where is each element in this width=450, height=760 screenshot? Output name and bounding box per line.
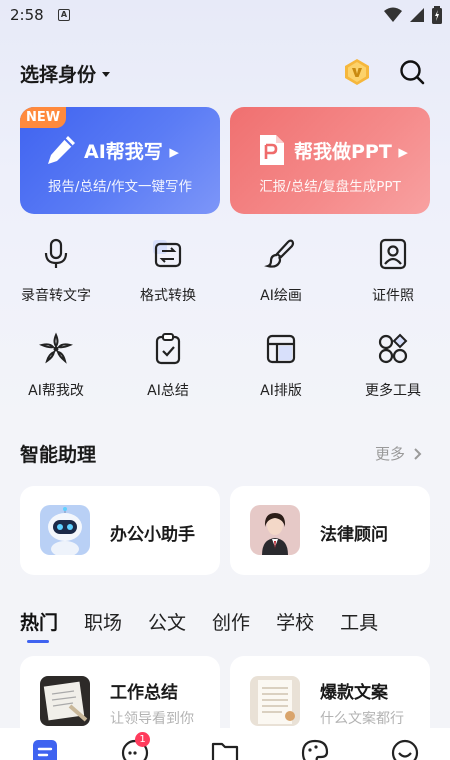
template-title: 工作总结 <box>110 683 178 703</box>
tool-voice-to-text[interactable]: 录音转文字 <box>0 237 112 305</box>
assistant-name: 办公小助手 <box>110 525 195 545</box>
tool-label: 录音转文字 <box>21 288 91 304</box>
bottom-nav: 1 <box>0 728 450 760</box>
tool-id-photo[interactable]: 证件照 <box>337 237 449 305</box>
notification-icon: A <box>58 9 70 21</box>
paint-brush-icon <box>264 239 295 268</box>
tab-creation[interactable]: 创作 <box>212 608 250 643</box>
tool-label: AI绘画 <box>260 288 302 304</box>
tool-more-tools[interactable]: 更多工具 <box>337 332 449 400</box>
tool-label: 更多工具 <box>365 383 421 399</box>
category-tabs: 热门 职场 公文 创作 学校 工具 <box>20 608 404 643</box>
nav-home-icon[interactable] <box>30 738 60 760</box>
more-link[interactable]: 更多 <box>375 443 422 464</box>
ppt-card[interactable]: 帮我做PPT ▸ 汇报/总结/复盘生成PPT <box>230 107 430 214</box>
chevron-right-icon <box>414 447 422 460</box>
tool-label: AI排版 <box>260 383 302 399</box>
assistant-name: 法律顾问 <box>320 525 388 545</box>
layout-icon <box>266 334 296 364</box>
wifi-icon <box>384 7 402 22</box>
tool-ai-summary[interactable]: AI总结 <box>112 332 224 400</box>
status-time: 2:58 <box>10 6 44 24</box>
tool-label: 证件照 <box>372 288 414 304</box>
microphone-icon <box>44 238 68 268</box>
tool-label: AI总结 <box>147 383 189 399</box>
tab-school[interactable]: 学校 <box>276 608 314 643</box>
section-title: 智能助理 <box>20 444 97 466</box>
tool-format-convert[interactable]: 格式转换 <box>112 237 224 305</box>
new-badge: NEW <box>20 107 67 128</box>
nav-palette-icon[interactable] <box>300 738 330 760</box>
lawyer-avatar <box>250 505 300 555</box>
tool-ai-paint[interactable]: AI绘画 <box>225 237 337 305</box>
ai-write-title: AI帮我写 ▸ <box>84 141 179 163</box>
nav-messages[interactable]: 1 <box>120 732 150 760</box>
clipboard-check-icon <box>155 333 181 365</box>
id-photo-icon <box>379 238 407 270</box>
identity-selector[interactable]: 选择身份 <box>20 60 112 87</box>
ppt-subtitle: 汇报/总结/复盘生成PPT <box>259 179 401 195</box>
assistant-card-office[interactable]: 办公小助手 <box>20 486 220 575</box>
more-label: 更多 <box>374 445 405 463</box>
ai-write-card[interactable]: NEW AI帮我写 ▸ 报告/总结/作文一键写作 <box>20 107 220 214</box>
nav-folder-icon[interactable] <box>210 738 240 760</box>
caret-down-icon <box>102 71 111 77</box>
tool-ai-edit[interactable]: AI帮我改 <box>0 332 112 400</box>
nav-profile-icon[interactable] <box>390 738 420 760</box>
ppt-title: 帮我做PPT ▸ <box>294 141 408 163</box>
more-tools-icon <box>378 333 408 364</box>
template-desc: 什么文案都行 <box>320 711 404 727</box>
signal-icon <box>410 8 424 22</box>
ai-edit-icon <box>39 332 73 364</box>
ai-write-subtitle: 报告/总结/作文一键写作 <box>47 179 193 195</box>
top-bar: 选择身份 <box>0 52 450 92</box>
vip-crown-icon[interactable] <box>343 58 371 86</box>
viral-copy-thumbnail <box>250 676 300 726</box>
search-icon[interactable] <box>398 58 426 86</box>
tool-label: AI帮我改 <box>28 383 84 399</box>
format-convert-icon <box>153 240 182 268</box>
tab-tools[interactable]: 工具 <box>340 608 378 643</box>
ppt-file-icon <box>260 135 284 165</box>
message-count-badge: 1 <box>135 732 150 747</box>
status-icons <box>384 6 442 24</box>
template-desc: 让领导看到你 <box>110 711 194 727</box>
status-bar: 2:58 A <box>0 0 450 32</box>
tab-workplace[interactable]: 职场 <box>84 608 122 643</box>
assistant-section-header: 智能助理 更多 <box>20 440 430 468</box>
tab-official-docs[interactable]: 公文 <box>148 608 186 643</box>
battery-icon <box>432 6 442 24</box>
robot-avatar <box>40 505 90 555</box>
tab-hot[interactable]: 热门 <box>20 608 58 643</box>
template-title: 爆款文案 <box>320 683 388 703</box>
assistant-card-legal[interactable]: 法律顾问 <box>230 486 430 575</box>
work-summary-thumbnail <box>40 676 90 726</box>
identity-label: 选择身份 <box>20 64 97 86</box>
tool-ai-layout[interactable]: AI排版 <box>225 332 337 400</box>
tool-label: 格式转换 <box>140 288 196 304</box>
pen-icon <box>48 136 75 164</box>
